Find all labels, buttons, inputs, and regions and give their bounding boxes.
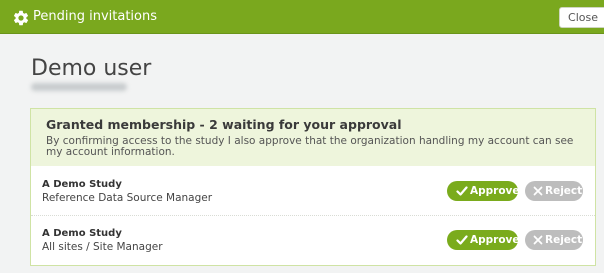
study-name: A Demo Study	[42, 228, 122, 239]
approve-button[interactable]: Approve	[447, 230, 520, 250]
reject-label: Reject	[545, 234, 583, 246]
membership-title: Granted membership - 2 waiting for your …	[46, 117, 402, 132]
invitation-row: A Demo Study All sites / Site Manager Ap…	[31, 216, 595, 264]
approve-button[interactable]: Approve	[447, 181, 520, 201]
x-icon	[533, 186, 543, 196]
dialog-header: Pending invitations Close	[0, 0, 604, 34]
membership-panel: Granted membership - 2 waiting for your …	[30, 108, 596, 266]
role-name: All sites / Site Manager	[42, 241, 163, 253]
approve-label: Approve	[470, 185, 520, 197]
role-name: Reference Data Source Manager	[42, 192, 213, 204]
x-icon	[533, 235, 543, 245]
check-icon	[456, 186, 468, 196]
reject-label: Reject	[545, 185, 583, 197]
reject-button[interactable]: Reject	[525, 181, 583, 201]
dialog-title: Pending invitations	[33, 9, 157, 24]
membership-description: By confirming access to the study I also…	[46, 135, 574, 158]
check-icon	[456, 235, 468, 245]
user-name: Demo user	[31, 56, 152, 81]
invitation-row: A Demo Study Reference Data Source Manag…	[31, 167, 595, 216]
membership-panel-header: Granted membership - 2 waiting for your …	[31, 109, 595, 166]
approve-label: Approve	[470, 234, 520, 246]
user-email-redacted	[31, 83, 127, 91]
reject-button[interactable]: Reject	[525, 230, 583, 250]
gear-icon	[13, 10, 29, 26]
study-name: A Demo Study	[42, 179, 122, 190]
close-button[interactable]: Close	[559, 7, 604, 28]
